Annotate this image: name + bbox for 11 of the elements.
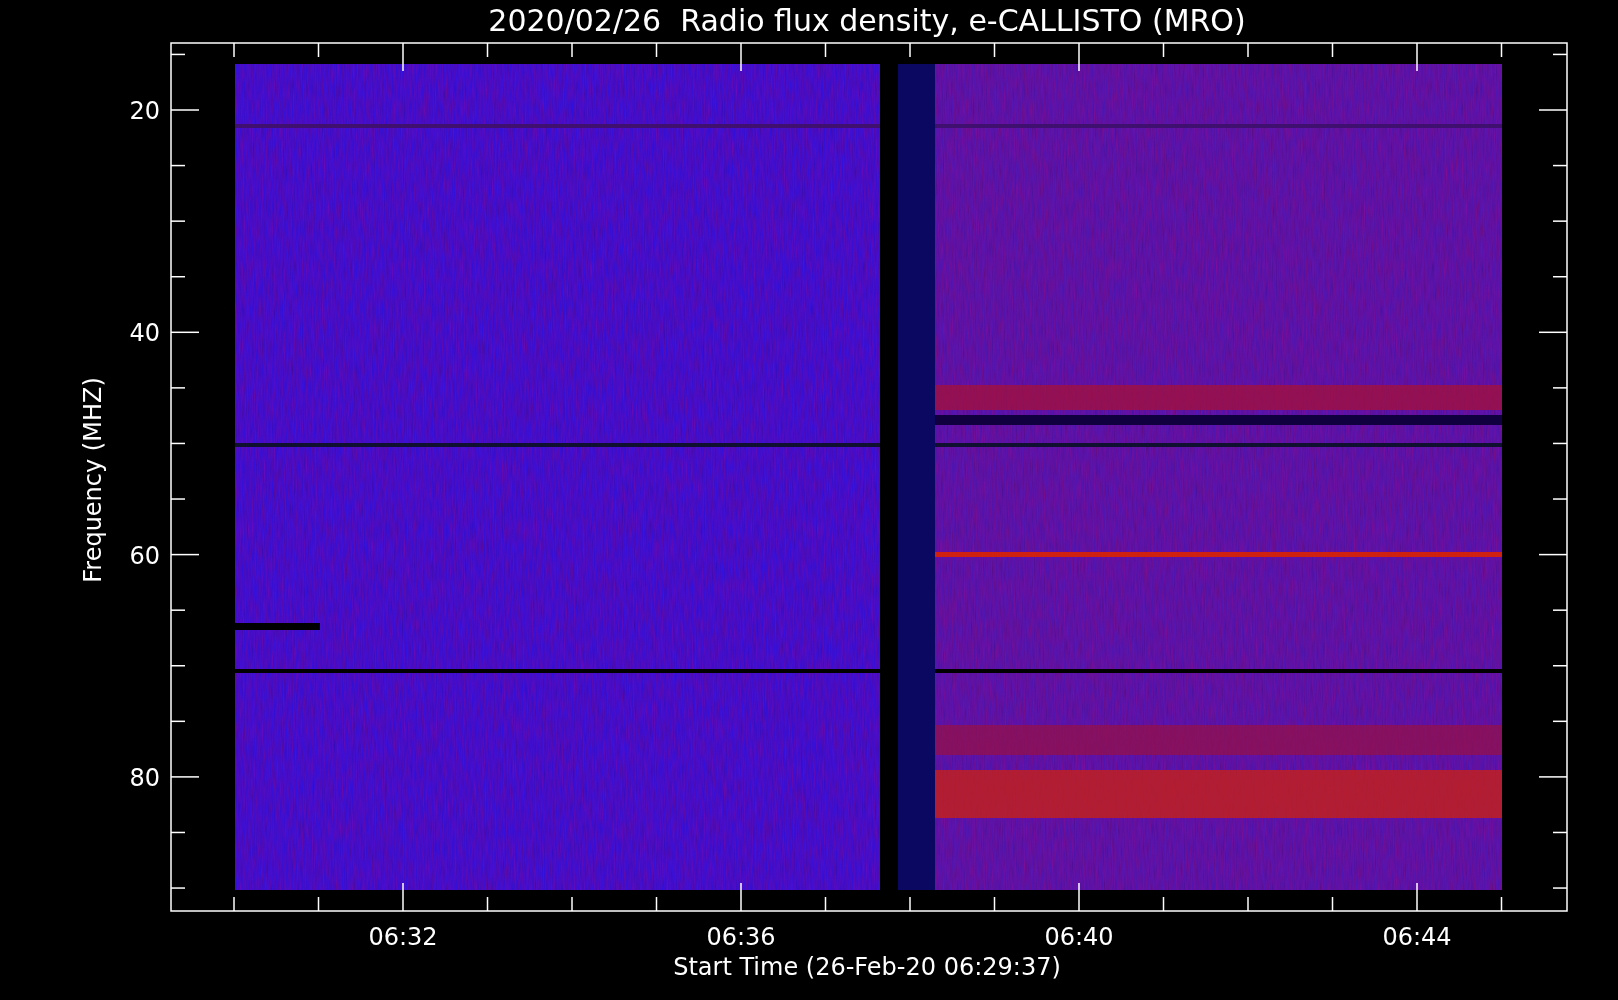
- axis-title: Frequency (MHZ): [79, 377, 107, 583]
- axis-title: Start Time (26-Feb-20 06:29:37): [673, 953, 1061, 981]
- tick-label: 60: [129, 541, 160, 570]
- tick-label: 20: [129, 97, 160, 125]
- tick-label: 06:40: [1044, 923, 1114, 951]
- tick-label: 06:44: [1382, 923, 1452, 951]
- tick-label: 06:36: [706, 923, 776, 951]
- chart-title: 2020/02/26 Radio flux density, e-CALLISTO (MRO): [488, 3, 1246, 38]
- tick-label: 06:32: [368, 923, 438, 951]
- tick-label: 40: [129, 319, 160, 348]
- tick-label: 80: [129, 763, 160, 792]
